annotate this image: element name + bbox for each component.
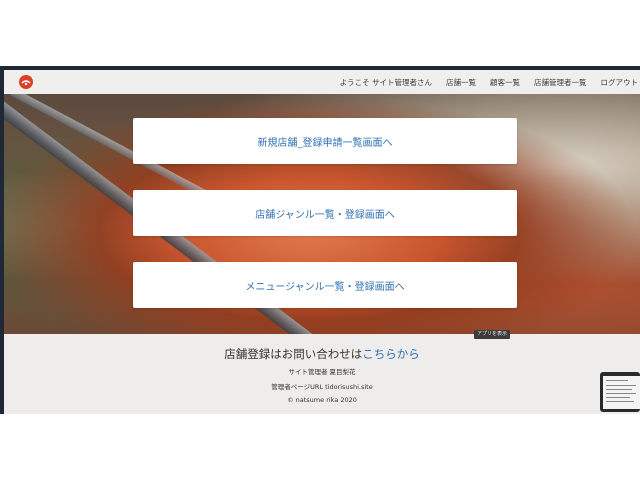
- nav-link-stores[interactable]: 店舗一覧: [446, 77, 476, 88]
- app-thumbnail[interactable]: [600, 372, 640, 412]
- nav-link-customers[interactable]: 顧客一覧: [490, 77, 520, 88]
- menu-genre-button[interactable]: メニュージャンル一覧・登録画面へ: [133, 262, 517, 308]
- footer-title-text: 店舗登録はお問い合わせは: [224, 347, 363, 361]
- footer-copyright: © natsume rika 2020: [287, 396, 357, 404]
- nav-link-logout[interactable]: ログアウト: [601, 77, 639, 88]
- thumbnail-line: [606, 380, 628, 381]
- footer-admin-page: 管理者ページURL tidorisushi.site: [271, 383, 373, 391]
- thumbnail-line: [606, 393, 636, 394]
- footer: 店舗登録はお問い合わせはこちらから サイト管理者 夏目梨花 管理者ページURL …: [4, 334, 640, 414]
- navbar: ようこそ サイト管理者さん 店舗一覧 顧客一覧 店舗管理者一覧 ログアウト: [4, 70, 640, 95]
- nav-greeting: ようこそ サイト管理者さん: [339, 77, 432, 87]
- nav-links: ようこそ サイト管理者さん 店舗一覧 顧客一覧 店舗管理者一覧 ログアウト: [340, 70, 638, 94]
- store-genre-button[interactable]: 店舗ジャンル一覧・登録画面へ: [133, 190, 517, 236]
- contact-link[interactable]: こちらから: [362, 347, 420, 361]
- footer-admin: サイト管理者 夏目梨花: [288, 368, 356, 376]
- thumbnail-line: [606, 389, 632, 390]
- logo-icon[interactable]: [18, 74, 34, 90]
- show-app-badge[interactable]: アプリを表示: [474, 330, 511, 339]
- new-store-requests-button[interactable]: 新規店舗_登録申請一覧画面へ: [133, 118, 517, 164]
- thumbnail-screen: [603, 376, 640, 409]
- thumbnail-line: [606, 397, 630, 398]
- page-top-band: [0, 0, 640, 66]
- footer-title: 店舗登録はお問い合わせはこちらから: [4, 346, 640, 362]
- nav-link-store-admins[interactable]: 店舗管理者一覧: [534, 77, 587, 88]
- thumbnail-line: [606, 385, 636, 386]
- thumbnail-line: [606, 401, 634, 402]
